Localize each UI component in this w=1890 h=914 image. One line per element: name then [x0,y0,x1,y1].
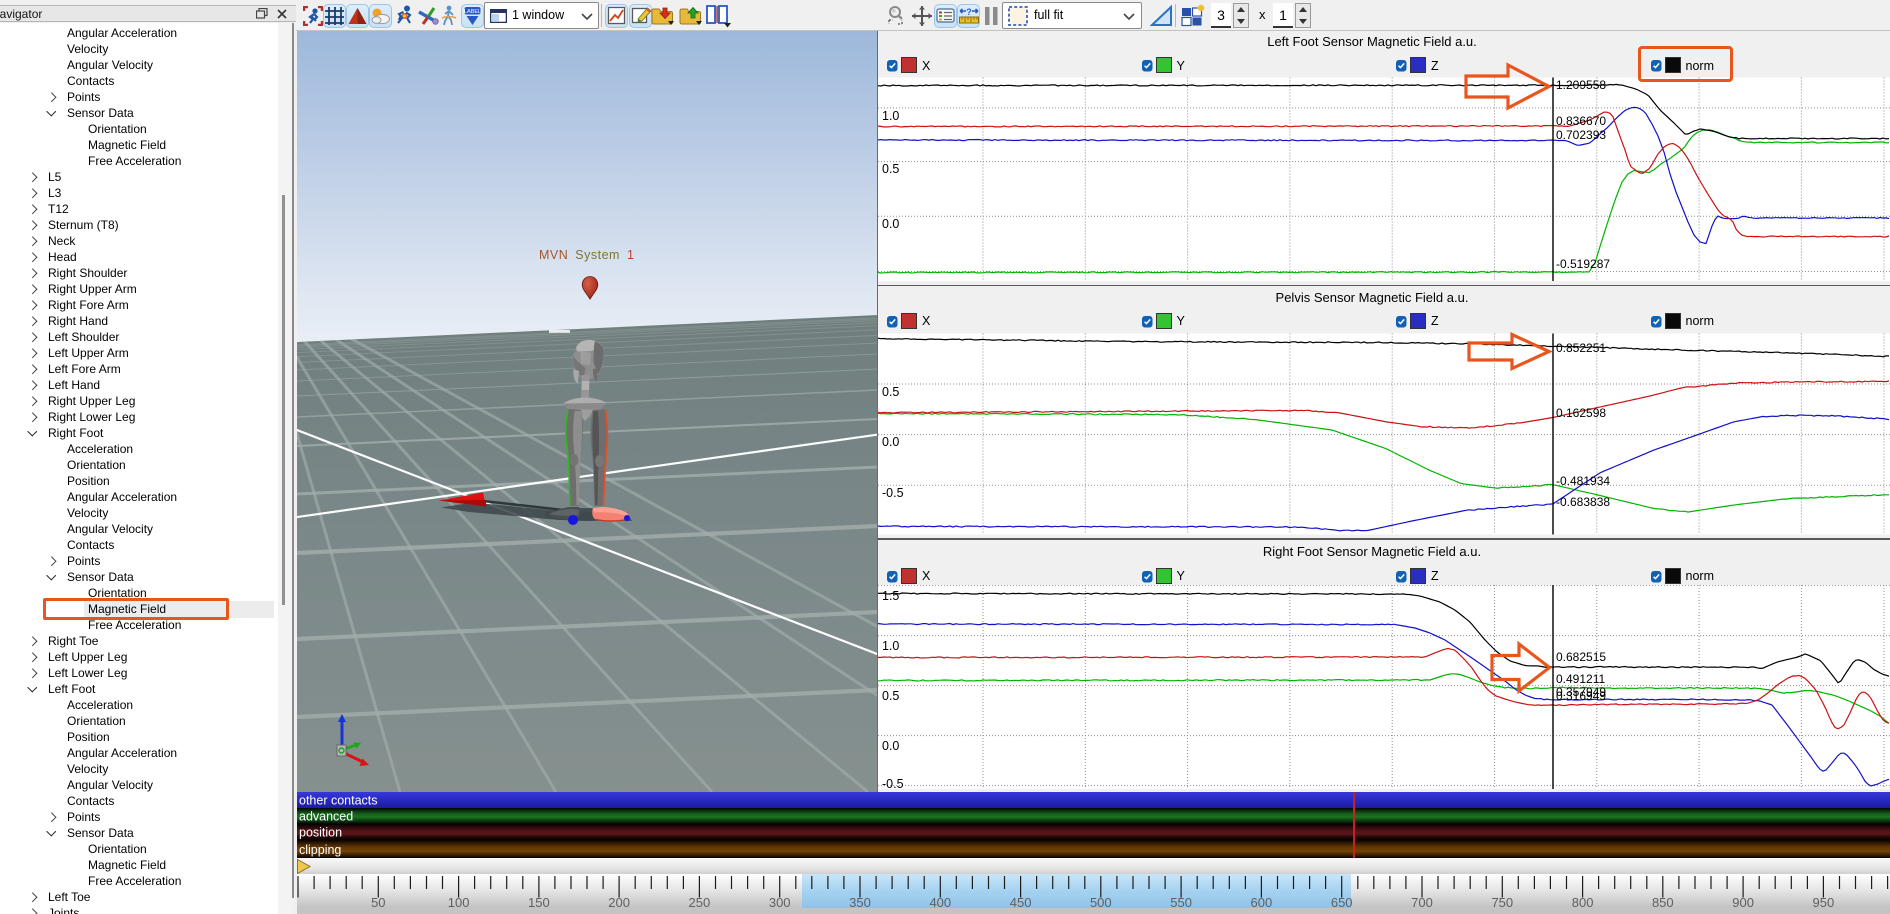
svg-text:150: 150 [528,895,550,910]
svg-text:650: 650 [1331,895,1353,910]
svg-text:other contacts: other contacts [299,794,378,808]
svg-text:550: 550 [1170,895,1192,910]
svg-text:500: 500 [1090,895,1112,910]
svg-text:250: 250 [689,895,711,910]
svg-text:800: 800 [1572,895,1594,910]
svg-text:100: 100 [448,895,470,910]
svg-text:200: 200 [608,895,630,910]
svg-text:450: 450 [1010,895,1032,910]
svg-text:position: position [299,826,342,840]
svg-text:600: 600 [1251,895,1273,910]
svg-text:750: 750 [1491,895,1513,910]
svg-text:900: 900 [1732,895,1754,910]
svg-text:400: 400 [929,895,951,910]
svg-text:350: 350 [849,895,871,910]
svg-text:advanced: advanced [299,810,353,824]
svg-text:?: ? [966,7,972,17]
svg-text:300: 300 [769,895,791,910]
svg-text:850: 850 [1652,895,1674,910]
svg-text:clipping: clipping [299,843,341,857]
svg-text:LABEL: LABEL [464,9,481,15]
svg-text:50: 50 [371,895,385,910]
svg-text:700: 700 [1411,895,1433,910]
svg-text:950: 950 [1813,895,1835,910]
